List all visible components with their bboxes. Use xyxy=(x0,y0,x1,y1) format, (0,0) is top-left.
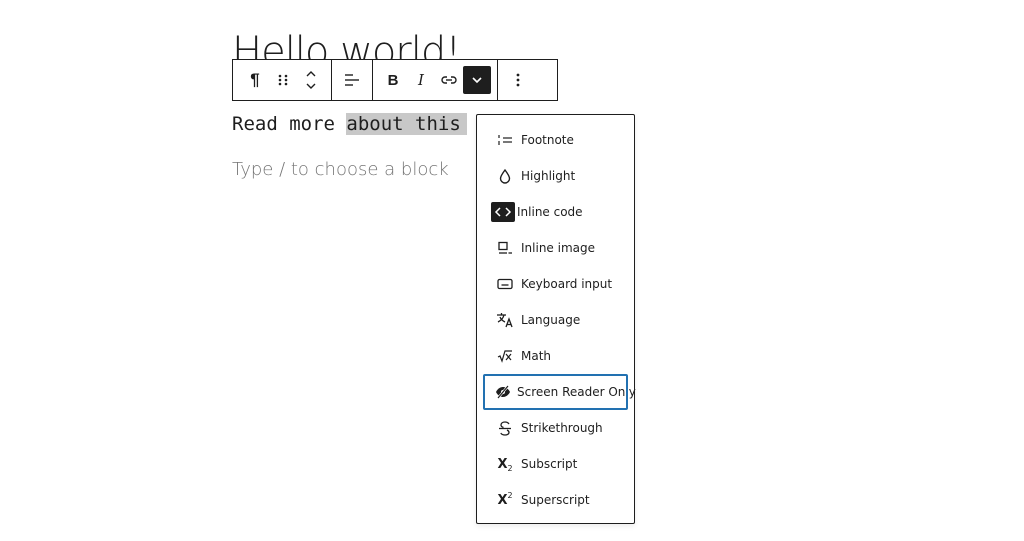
menu-item-subscript[interactable]: X2 Subscript xyxy=(483,446,628,482)
inline-image-icon xyxy=(495,238,515,258)
selection-extension: ​ xyxy=(460,113,467,135)
menu-item-strikethrough[interactable]: Strikethrough xyxy=(483,410,628,446)
format-dropdown-menu: Footnote Highlight Inline code Inline im… xyxy=(476,114,636,524)
menu-item-language[interactable]: Language xyxy=(483,302,628,338)
options-group xyxy=(498,60,538,100)
superscript-icon: X2 xyxy=(497,490,513,508)
menu-item-label: Math xyxy=(521,349,552,363)
strikethrough-icon xyxy=(495,418,515,438)
block-appender-placeholder[interactable]: Type / to choose a block xyxy=(232,157,449,183)
droplet-icon xyxy=(495,166,515,186)
keyboard-icon xyxy=(495,274,515,294)
selected-text: about this xyxy=(346,113,461,135)
menu-item-label: Strikethrough xyxy=(521,421,603,435)
more-rich-text-chevron-icon[interactable] xyxy=(463,66,491,94)
link-icon[interactable] xyxy=(435,66,463,94)
menu-item-label: Keyboard input xyxy=(521,277,613,291)
eye-hidden-icon xyxy=(495,382,511,402)
footnote-icon xyxy=(495,130,515,150)
menu-item-label: Highlight xyxy=(521,169,576,183)
paragraph-glyph: ¶ xyxy=(250,70,260,89)
menu-item-label: Footnote xyxy=(521,133,574,147)
align-group xyxy=(332,60,373,100)
chevron-up-down-icon xyxy=(306,71,316,89)
align-icon[interactable] xyxy=(338,66,366,94)
drag-handle-icon[interactable] xyxy=(269,66,297,94)
block-toolbar: ¶ B I xyxy=(232,59,558,101)
menu-item-inline-image[interactable]: Inline image xyxy=(483,230,628,266)
format-group: B I xyxy=(373,60,498,100)
menu-item-label: Inline code xyxy=(517,205,583,219)
menu-item-footnote[interactable]: Footnote xyxy=(483,122,628,158)
math-icon xyxy=(495,346,515,366)
block-tools-group: ¶ xyxy=(233,60,332,100)
paragraph-text: Read more xyxy=(232,113,347,135)
move-up-down[interactable] xyxy=(297,66,325,94)
subscript-icon: X2 xyxy=(497,456,513,473)
menu-item-superscript[interactable]: X2 Superscript xyxy=(483,482,628,518)
menu-item-label: Screen Reader Only xyxy=(517,385,636,399)
menu-item-label: Subscript xyxy=(521,457,578,471)
menu-item-screen-reader-only[interactable]: Screen Reader Only xyxy=(483,374,636,410)
menu-item-label: Superscript xyxy=(521,493,590,507)
menu-item-highlight[interactable]: Highlight xyxy=(483,158,628,194)
options-more-vertical-icon[interactable] xyxy=(504,66,532,94)
paragraph-block[interactable]: Read more about this​ xyxy=(232,110,467,138)
menu-item-inline-code[interactable]: Inline code xyxy=(483,194,628,230)
bold-icon[interactable]: B xyxy=(379,66,407,94)
paragraph-icon[interactable]: ¶ xyxy=(241,66,269,94)
menu-item-label: Inline image xyxy=(521,241,595,255)
code-icon xyxy=(491,202,515,222)
translate-icon xyxy=(495,310,515,330)
menu-item-label: Language xyxy=(521,313,581,327)
italic-icon[interactable]: I xyxy=(407,66,435,94)
menu-item-keyboard-input[interactable]: Keyboard input xyxy=(483,266,628,302)
menu-item-math[interactable]: Math xyxy=(483,338,628,374)
